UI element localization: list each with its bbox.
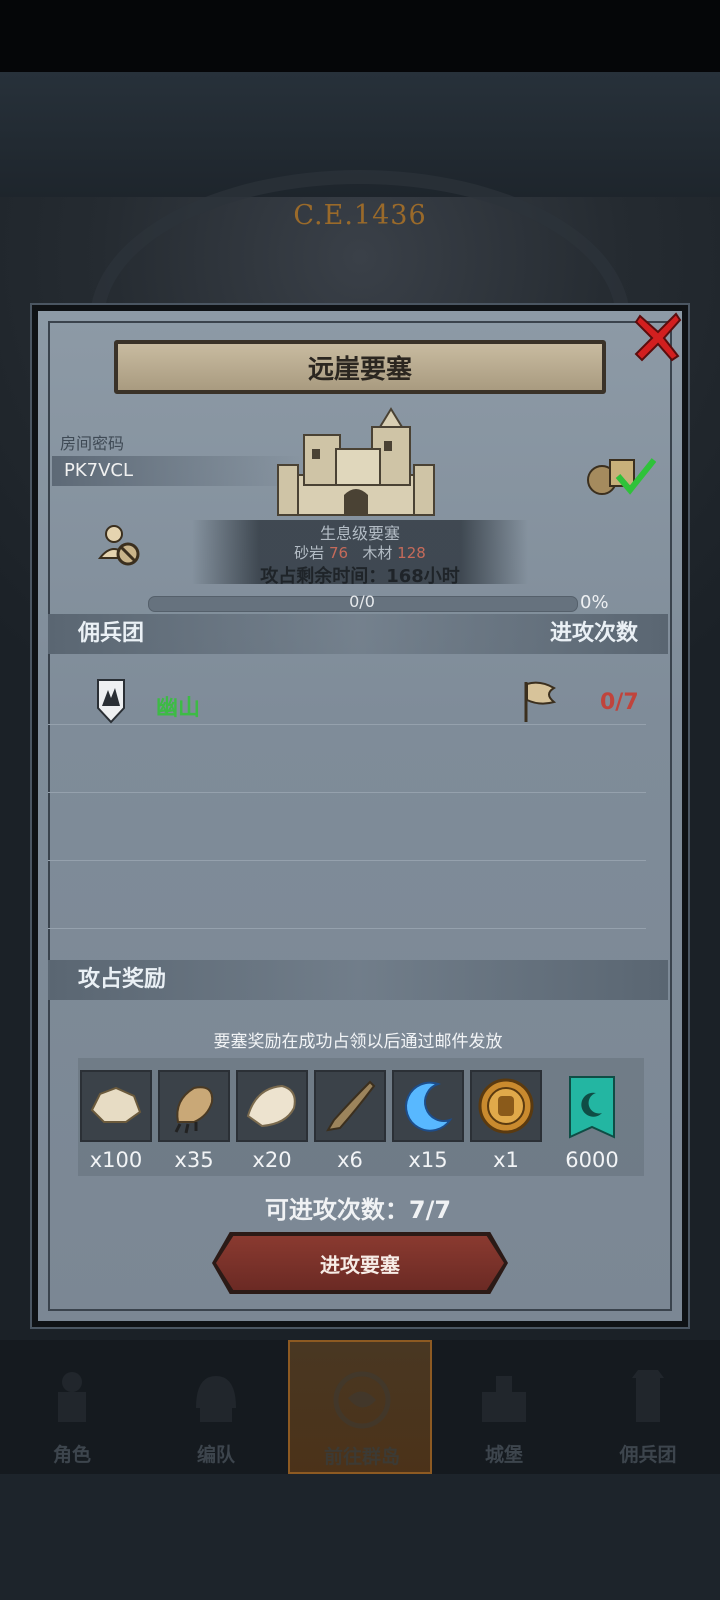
- room-code-label: 房间密码: [60, 434, 125, 453]
- no-entry-person-icon: [97, 525, 140, 566]
- knight-icon: [58, 1372, 86, 1422]
- helmet-icon: [196, 1376, 236, 1422]
- mercenary-row[interactable]: [48, 664, 646, 725]
- progress-count: 0/0: [349, 592, 375, 611]
- nav-item-archipelago[interactable]: 前往群岛: [288, 1340, 432, 1474]
- flag-icon: [524, 681, 556, 722]
- nav-label: 编队: [196, 1444, 235, 1466]
- bottom-background: [0, 1474, 720, 1600]
- tower-icon: [632, 1370, 664, 1422]
- attack-count-header-label: 进攻次数: [549, 621, 638, 646]
- close-icon: [634, 312, 682, 362]
- nav-label: 角色: [52, 1444, 91, 1466]
- mercenary-name: 幽山: [156, 696, 201, 721]
- claw-icon: [174, 1086, 214, 1134]
- mercenary-attack-count: 0/7: [600, 690, 639, 715]
- attack-fortress-button[interactable]: 进攻要塞: [216, 1236, 504, 1290]
- mercenary-header-label: 佣兵团: [78, 621, 145, 646]
- occupy-time-remaining: 攻占剩余时间：168小时: [260, 566, 460, 587]
- hide-icon: [90, 1086, 142, 1123]
- horn-icon: [326, 1080, 376, 1132]
- progress-percent: 0%: [580, 592, 609, 613]
- resource-sandstone-value: 76: [328, 544, 349, 562]
- resource-wood-label: 木材: [362, 544, 393, 562]
- close-button[interactable]: [626, 308, 690, 364]
- banner-icon: [569, 1076, 615, 1139]
- room-code-value[interactable]: PK7VCL: [52, 456, 302, 486]
- nav-item-character[interactable]: 角色: [0, 1340, 144, 1474]
- reward-item[interactable]: x6: [314, 1070, 386, 1172]
- reward-quantity: x15: [408, 1148, 448, 1172]
- castle-icon: [482, 1376, 526, 1422]
- attempts-remaining: 可进攻次数：7/7: [264, 1196, 452, 1224]
- mercenary-shield-icon: [97, 679, 125, 724]
- nav-item-castle[interactable]: 城堡: [432, 1340, 576, 1474]
- empty-row: [48, 792, 646, 861]
- nav-label: 前往群岛: [323, 1446, 400, 1468]
- reward-item[interactable]: 6000: [556, 1070, 628, 1172]
- reward-quantity: x6: [337, 1148, 363, 1172]
- reward-quantity: x100: [89, 1148, 143, 1172]
- empty-row: [48, 724, 646, 793]
- nav-label: 佣兵团: [619, 1444, 677, 1466]
- crescent-moon-icon: [405, 1081, 453, 1132]
- reward-item[interactable]: x20: [236, 1070, 308, 1172]
- knight-medal-icon: [478, 1078, 534, 1134]
- reward-quantity: 6000: [565, 1148, 619, 1172]
- mercenary-section-header: 佣兵团 进攻次数: [48, 614, 668, 654]
- era-label: C.E.1436: [293, 200, 427, 231]
- nav-label: 城堡: [484, 1444, 523, 1466]
- reward-note: 要塞奖励在成功占领以后通过邮件发放: [213, 1032, 503, 1052]
- nav-item-formation[interactable]: 编队: [144, 1340, 288, 1474]
- dialog-title: 远崖要塞: [114, 340, 606, 394]
- reward-quantity: x20: [252, 1148, 292, 1172]
- reward-item[interactable]: x100: [80, 1070, 152, 1172]
- status-bar: [0, 0, 720, 72]
- resource-sandstone-label: 砂岩: [294, 544, 325, 562]
- empty-row: [48, 860, 646, 929]
- fortress-castle-icon: [277, 407, 435, 516]
- nav-item-mercenary[interactable]: 佣兵团: [576, 1340, 720, 1474]
- reward-header-label: 攻占奖励: [78, 967, 167, 992]
- loot-bag-check-icon: [587, 458, 656, 495]
- fur-icon: [246, 1084, 296, 1128]
- reward-item[interactable]: x15: [392, 1070, 464, 1172]
- fortress-level: 生息级要塞: [319, 524, 400, 543]
- reward-section-header: 攻占奖励: [48, 960, 668, 1000]
- reward-quantity: x1: [493, 1148, 519, 1172]
- resource-wood-value: 128: [397, 544, 426, 562]
- reward-item[interactable]: x35: [158, 1070, 230, 1172]
- resource-line: 砂岩 76 木材 128: [192, 542, 528, 563]
- reward-quantity: x35: [174, 1148, 214, 1172]
- compass-map-icon: [333, 1371, 391, 1429]
- reward-item[interactable]: x1: [470, 1070, 542, 1172]
